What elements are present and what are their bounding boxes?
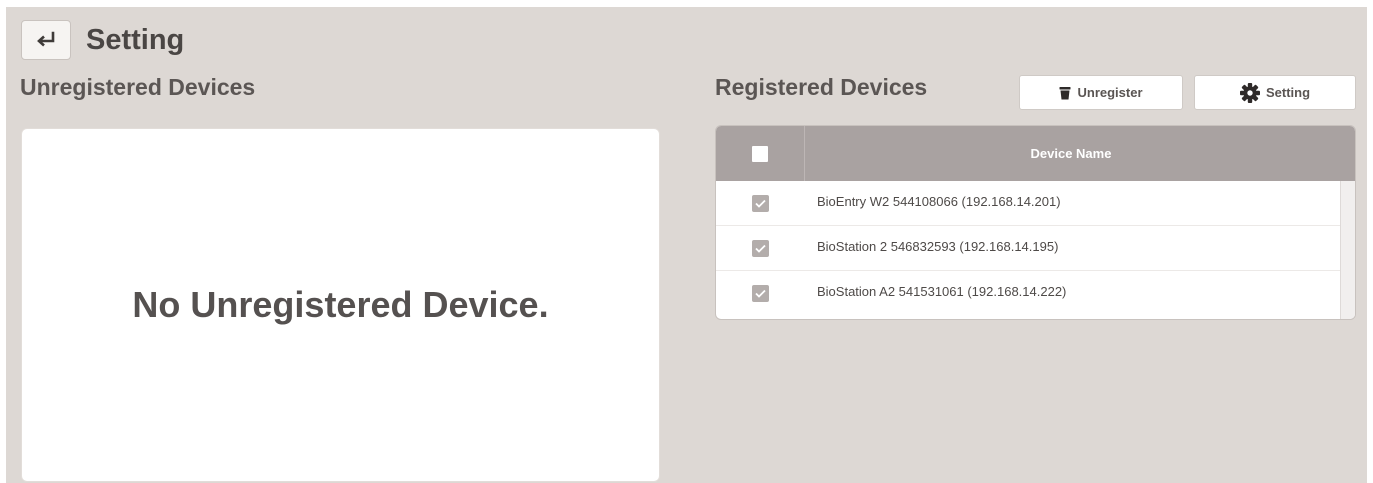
row-checkbox[interactable] [752, 284, 769, 302]
row-check-cell [716, 194, 805, 212]
empty-message: No Unregistered Device. [132, 284, 549, 325]
registered-devices-title: Registered Devices [715, 74, 928, 100]
table-row[interactable]: BioStation 2 546832593 (192.168.14.195) [716, 226, 1340, 271]
return-arrow-icon [37, 31, 55, 47]
table-row[interactable]: BioStation A2 541531061 (192.168.14.222) [716, 271, 1340, 315]
unregister-label: Unregister [1077, 85, 1143, 100]
device-name: BioStation 2 546832593 (192.168.14.195) [817, 238, 1059, 254]
back-button[interactable] [21, 20, 71, 60]
checkmark-icon [755, 199, 766, 208]
checkmark-icon [755, 244, 766, 253]
table-scrollbar[interactable] [1340, 181, 1355, 319]
device-name-column-header[interactable]: Device Name [805, 146, 1355, 161]
row-check-cell [716, 284, 805, 302]
select-all-cell [716, 126, 805, 181]
row-checkbox[interactable] [752, 194, 769, 212]
gear-icon [1239, 82, 1260, 103]
checkmark-icon [755, 289, 766, 298]
unregister-button[interactable]: Unregister [1019, 75, 1183, 110]
setting-label: Setting [1265, 85, 1311, 100]
table-header: Device Name [716, 126, 1355, 181]
select-all-checkbox[interactable] [752, 145, 768, 162]
registered-devices-table: Device Name BioEntry W2 544108066 (192.1… [715, 125, 1356, 320]
page-title: Setting [86, 24, 185, 56]
device-name: BioEntry W2 544108066 (192.168.14.201) [817, 193, 1061, 209]
row-check-cell [716, 239, 805, 257]
setting-button[interactable]: Setting [1194, 75, 1356, 110]
row-checkbox[interactable] [752, 239, 769, 257]
unregistered-devices-title: Unregistered Devices [20, 74, 256, 100]
unregistered-devices-list: No Unregistered Device. [21, 128, 660, 482]
trash-icon [1059, 86, 1071, 99]
device-name: BioStation A2 541531061 (192.168.14.222) [817, 283, 1067, 299]
table-row[interactable]: BioEntry W2 544108066 (192.168.14.201) [716, 181, 1340, 226]
table-body: BioEntry W2 544108066 (192.168.14.201) B… [716, 181, 1355, 315]
